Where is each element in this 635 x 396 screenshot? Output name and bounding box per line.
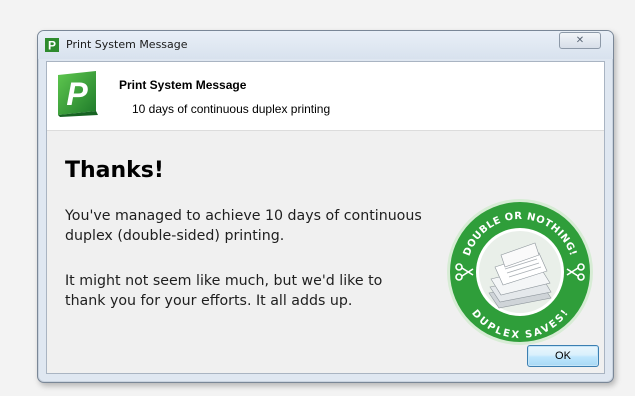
papercut-logo-icon: P	[58, 71, 98, 117]
header-title: Print System Message	[119, 78, 247, 92]
message-window: P Print System Message ✕ P Print System …	[37, 30, 614, 383]
ok-button[interactable]: OK	[527, 345, 599, 367]
title-bar[interactable]: P Print System Message ✕	[38, 31, 613, 59]
svg-text:P: P	[48, 39, 56, 53]
ok-button-label: OK	[555, 350, 571, 362]
dialog-header: P Print System Message 10 days of contin…	[47, 62, 604, 131]
header-subtitle: 10 days of continuous duplex printing	[132, 102, 331, 116]
close-button[interactable]: ✕	[559, 32, 601, 49]
duplex-badge: DOUBLE OR NOTHING! DUPLEX SAVES!	[447, 199, 593, 345]
close-icon: ✕	[575, 35, 585, 46]
window-title: Print System Message	[66, 38, 188, 51]
svg-text:P: P	[66, 76, 88, 112]
thanks-text: It might not seem like much, but we'd li…	[65, 273, 383, 309]
dialog-content: P Print System Message 10 days of contin…	[46, 61, 605, 374]
thanks-heading: Thanks!	[65, 158, 164, 183]
achievement-text: You've managed to achieve 10 days of con…	[65, 208, 422, 244]
papercut-logo-icon: P	[45, 38, 59, 52]
